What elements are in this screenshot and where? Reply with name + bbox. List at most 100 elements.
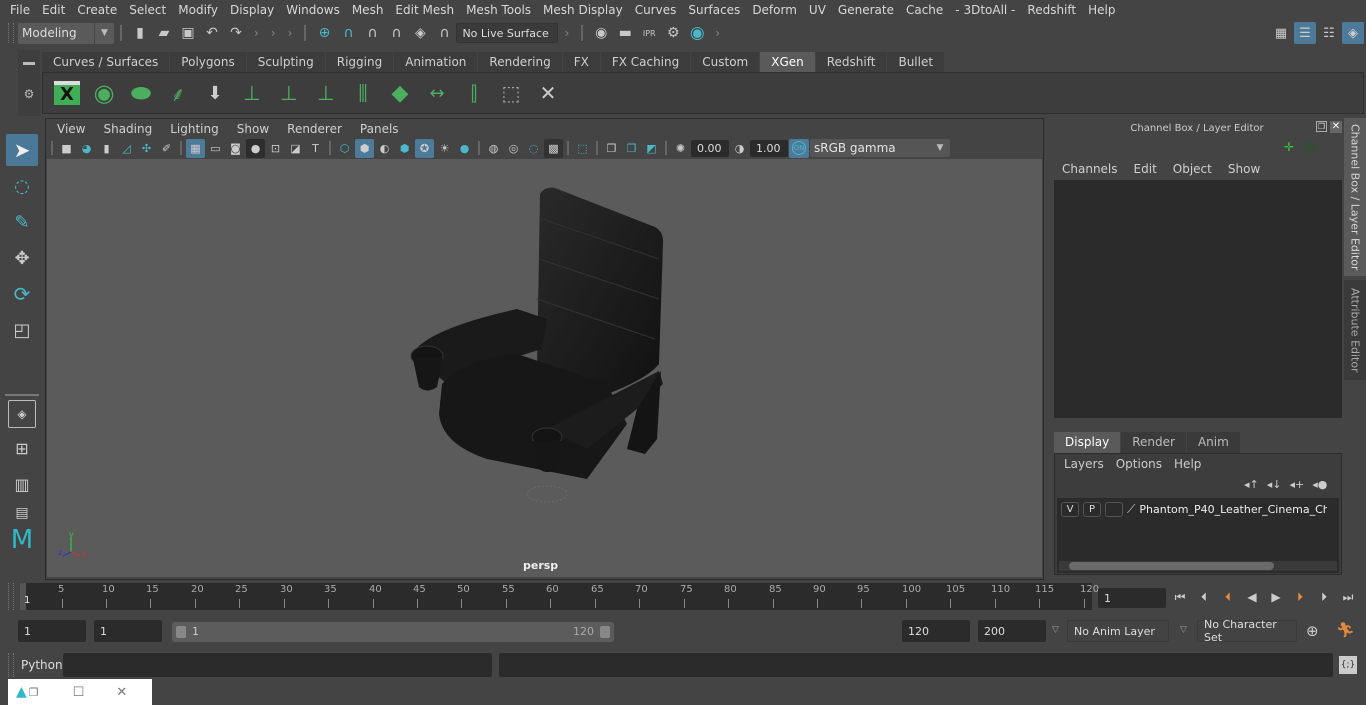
isolate-select-icon[interactable]: ◌ xyxy=(524,139,543,158)
close-window-icon[interactable]: ✕ xyxy=(116,685,127,700)
local-space-icon[interactable] xyxy=(1303,140,1317,154)
xgen-layer-icon[interactable]: ◆ xyxy=(384,77,416,109)
move-layer-up-icon[interactable]: ◂↑ xyxy=(1244,478,1259,491)
menu-windows[interactable]: Windows xyxy=(280,3,346,17)
xgen-add-icon[interactable]: ⊥ xyxy=(236,77,268,109)
menu-mesh[interactable]: Mesh xyxy=(346,3,390,17)
motion-blur-icon[interactable]: ▩ xyxy=(544,138,563,158)
gate-mask-icon[interactable]: ● xyxy=(246,138,265,158)
viewport-menu-lighting[interactable]: Lighting xyxy=(161,120,228,138)
modeling-toolkit-icon[interactable]: ▦ xyxy=(1270,22,1292,44)
live-surface-field[interactable]: No Live Surface xyxy=(456,23,559,43)
chevron-down-icon[interactable]: ▽ xyxy=(1180,625,1187,635)
new-layer-selected-icon[interactable]: ◂● xyxy=(1312,478,1327,491)
channel-menu-edit[interactable]: Edit xyxy=(1126,160,1165,178)
safe-action-icon[interactable]: ◪ xyxy=(286,139,305,158)
drag-handle[interactable] xyxy=(8,583,14,610)
outliner-persp-layout-icon[interactable]: ▥ xyxy=(8,468,36,500)
go-to-start-icon[interactable]: ⏮ xyxy=(1170,587,1190,607)
drag-handle[interactable] xyxy=(8,653,14,677)
menu-edit-mesh[interactable]: Edit Mesh xyxy=(389,3,460,17)
xgen-clear-preview-icon[interactable]: ⬬ xyxy=(125,77,157,109)
layer-playback-toggle[interactable]: P xyxy=(1083,502,1101,517)
depth-of-field-icon[interactable]: ◩ xyxy=(642,139,661,158)
xgen-lock-icon[interactable]: ⊥ xyxy=(310,77,342,109)
grease-pencil-icon[interactable]: ✐ xyxy=(157,139,176,158)
save-scene-icon[interactable]: ▣ xyxy=(178,23,198,43)
shelf-tab-animation[interactable]: Animation xyxy=(394,52,478,72)
menu-modify[interactable]: Modify xyxy=(172,3,224,17)
restore-icon[interactable]: ❐ xyxy=(29,686,39,699)
world-space-icon[interactable]: ⟋ xyxy=(1325,140,1333,155)
exposure-field[interactable]: 0.00 xyxy=(691,139,729,157)
render-settings-icon[interactable]: ⚙ xyxy=(663,23,683,43)
chevron-down-icon[interactable]: ▽ xyxy=(1052,625,1059,635)
horizontal-scrollbar[interactable] xyxy=(1059,561,1337,571)
gear-icon[interactable]: ⚙ xyxy=(18,87,40,101)
drag-handle[interactable] xyxy=(8,23,14,43)
new-layer-icon[interactable]: ◂+ xyxy=(1290,478,1305,491)
current-frame-field[interactable]: 1 xyxy=(1098,588,1166,608)
auto-key-icon[interactable]: ⊕ xyxy=(1306,622,1319,640)
persp-graph-layout-icon[interactable]: ▤ xyxy=(8,504,36,522)
gamma-icon[interactable]: ◑ xyxy=(730,139,749,158)
select-tool-icon[interactable]: ➤ xyxy=(6,134,38,166)
viewport-menu-view[interactable]: View xyxy=(48,120,94,138)
xgen-editor-icon[interactable]: X xyxy=(51,77,83,109)
chair-model[interactable] xyxy=(47,159,1042,577)
textured-icon[interactable]: ⬢ xyxy=(395,139,414,158)
side-tab-channel-box[interactable]: Channel Box / Layer Editor xyxy=(1344,118,1366,276)
scene-end-field[interactable]: 200 xyxy=(978,620,1046,642)
command-language-toggle[interactable]: Python xyxy=(21,658,63,672)
xgen-delete-icon[interactable]: ✕ xyxy=(532,77,564,109)
redo-icon[interactable]: ↷ xyxy=(226,23,246,43)
shadows-icon[interactable]: ☀ xyxy=(435,139,454,158)
xgen-add-guides-icon[interactable]: ⸙ xyxy=(162,77,194,109)
command-input[interactable] xyxy=(63,653,492,677)
menu-select[interactable]: Select xyxy=(123,3,172,17)
playback-start-field[interactable]: 1 xyxy=(94,620,162,642)
layer-color-icon[interactable]: ⟋ xyxy=(1127,502,1135,517)
shelf-tab-sculpting[interactable]: Sculpting xyxy=(246,52,325,72)
xgen-show-icon[interactable]: ⊥ xyxy=(273,77,305,109)
menu-redshift[interactable]: Redshift xyxy=(1021,3,1082,17)
menu-surfaces[interactable]: Surfaces xyxy=(682,3,746,17)
render-view-icon[interactable]: ◉ xyxy=(591,23,611,43)
safe-title-icon[interactable]: T xyxy=(306,139,325,158)
collapse-arrow-icon[interactable]: › xyxy=(271,26,276,40)
undo-icon[interactable]: ↶ xyxy=(202,23,222,43)
menu-file[interactable]: File xyxy=(4,3,36,17)
smooth-shade-icon[interactable]: ⬢ xyxy=(355,138,374,158)
four-view-layout-icon[interactable]: ⊞ xyxy=(8,432,36,464)
color-space-dropdown[interactable]: sRGB gamma ▼ xyxy=(810,139,950,157)
shelf-tab-custom[interactable]: Custom xyxy=(691,52,760,72)
rotate-tool-icon[interactable]: ⟳ xyxy=(6,278,38,310)
step-back-key-icon[interactable]: ⏴ xyxy=(1194,587,1214,607)
single-view-layout-icon[interactable]: ◈ xyxy=(8,400,36,428)
shelf-tab-fx[interactable]: FX xyxy=(562,52,600,72)
play-forward-icon[interactable]: ▶ xyxy=(1266,587,1286,607)
step-back-frame-icon[interactable]: ⏴ xyxy=(1218,587,1238,607)
xgen-preview-icon[interactable]: ◉ xyxy=(88,77,120,109)
new-scene-icon[interactable]: ▮ xyxy=(130,23,150,43)
collapse-arrow-icon[interactable]: › xyxy=(254,26,259,40)
menu-create[interactable]: Create xyxy=(71,3,123,17)
scale-tool-icon[interactable]: ◰ xyxy=(6,314,38,346)
field-chart-icon[interactable]: ⊡ xyxy=(266,139,285,158)
maximize-icon[interactable]: ☐ xyxy=(73,685,85,700)
layer-tab-display[interactable]: Display xyxy=(1054,432,1121,453)
shelf-tab-bullet[interactable]: Bullet xyxy=(887,52,945,72)
collapse-arrow-icon[interactable]: › xyxy=(715,26,720,40)
select-camera-icon[interactable]: ■ xyxy=(57,139,76,158)
menu-uv[interactable]: UV xyxy=(803,3,832,17)
xgen-select-icon[interactable]: ⫿ xyxy=(458,77,490,109)
bookmark-icon[interactable]: ▮ xyxy=(97,139,116,158)
layer-display-type-toggle[interactable] xyxy=(1105,502,1123,517)
step-forward-key-icon[interactable]: ⏵ xyxy=(1314,587,1334,607)
range-slider[interactable]: 1 120 xyxy=(172,622,614,642)
layer-row[interactable]: V P ⟋ Phantom_P40_Leather_Cinema_Chair_ xyxy=(1057,498,1339,517)
close-icon[interactable]: ✕ xyxy=(1330,121,1342,133)
viewport-menu-panels[interactable]: Panels xyxy=(351,120,408,138)
playback-end-field[interactable]: 120 xyxy=(902,620,970,642)
layer-tab-anim[interactable]: Anim xyxy=(1186,432,1240,453)
